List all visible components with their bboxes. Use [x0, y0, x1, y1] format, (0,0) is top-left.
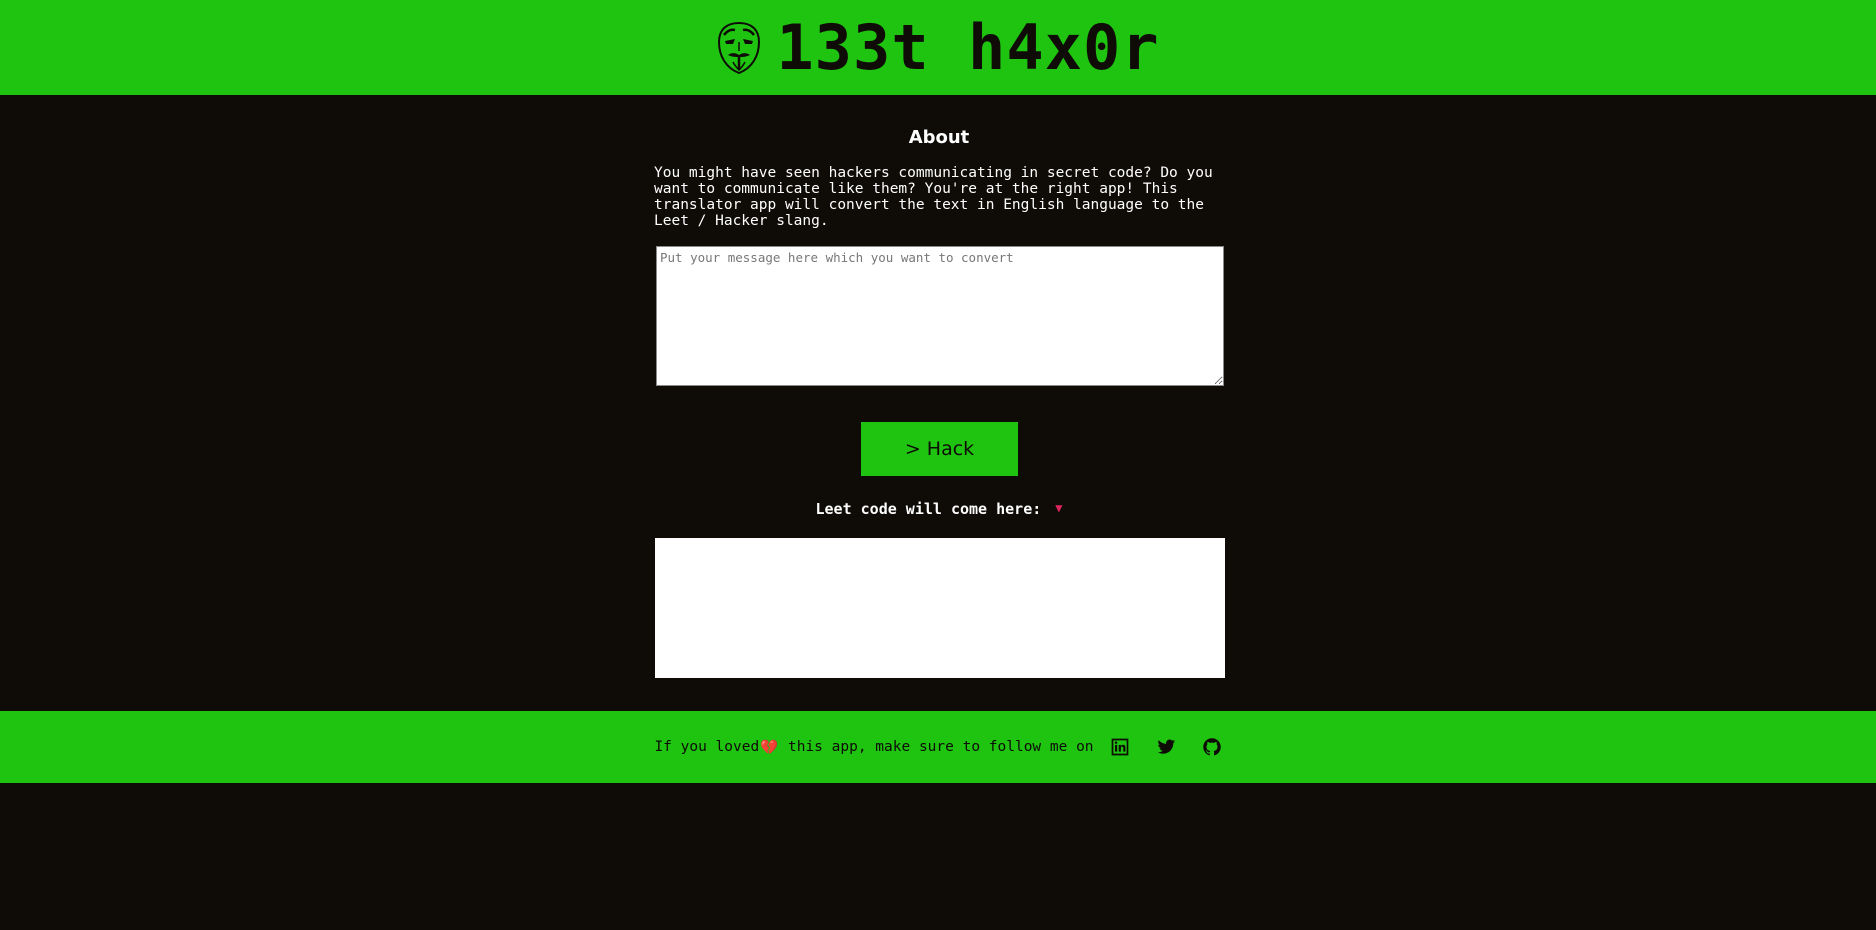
footer: If you loved 💔 this app, make sure to fol…: [0, 711, 1876, 783]
about-heading: About: [908, 127, 970, 148]
output-label: Leet code will come here: ▼: [654, 500, 1224, 518]
github-link[interactable]: [1202, 737, 1222, 757]
broken-heart-icon: 💔: [760, 739, 779, 756]
header: 133t h4x0r: [0, 0, 1876, 95]
footer-text-before: If you loved: [654, 739, 760, 755]
hack-button[interactable]: > Hack: [861, 422, 1018, 476]
brand: 133t h4x0r: [716, 10, 1160, 84]
github-icon: [1202, 738, 1221, 756]
twitter-link[interactable]: [1156, 737, 1176, 757]
linkedin-link[interactable]: [1110, 737, 1130, 757]
output-label-text: Leet code will come here:: [815, 500, 1042, 518]
linkedin-icon: [1111, 738, 1128, 756]
down-arrow-icon: ▼: [1055, 501, 1063, 515]
twitter-icon: [1157, 739, 1175, 754]
footer-content: If you loved 💔 this app, make sure to fol…: [654, 737, 1221, 757]
footer-text-after: this app, make sure to follow me on: [779, 739, 1094, 755]
anonymous-mask-icon: [718, 21, 761, 74]
about-text: You might have seen hackers communicatin…: [654, 165, 1213, 229]
app-title: 133t h4x0r: [776, 10, 1160, 84]
output-box: [655, 538, 1225, 678]
social-links: [1110, 737, 1222, 757]
message-input[interactable]: [656, 246, 1224, 386]
